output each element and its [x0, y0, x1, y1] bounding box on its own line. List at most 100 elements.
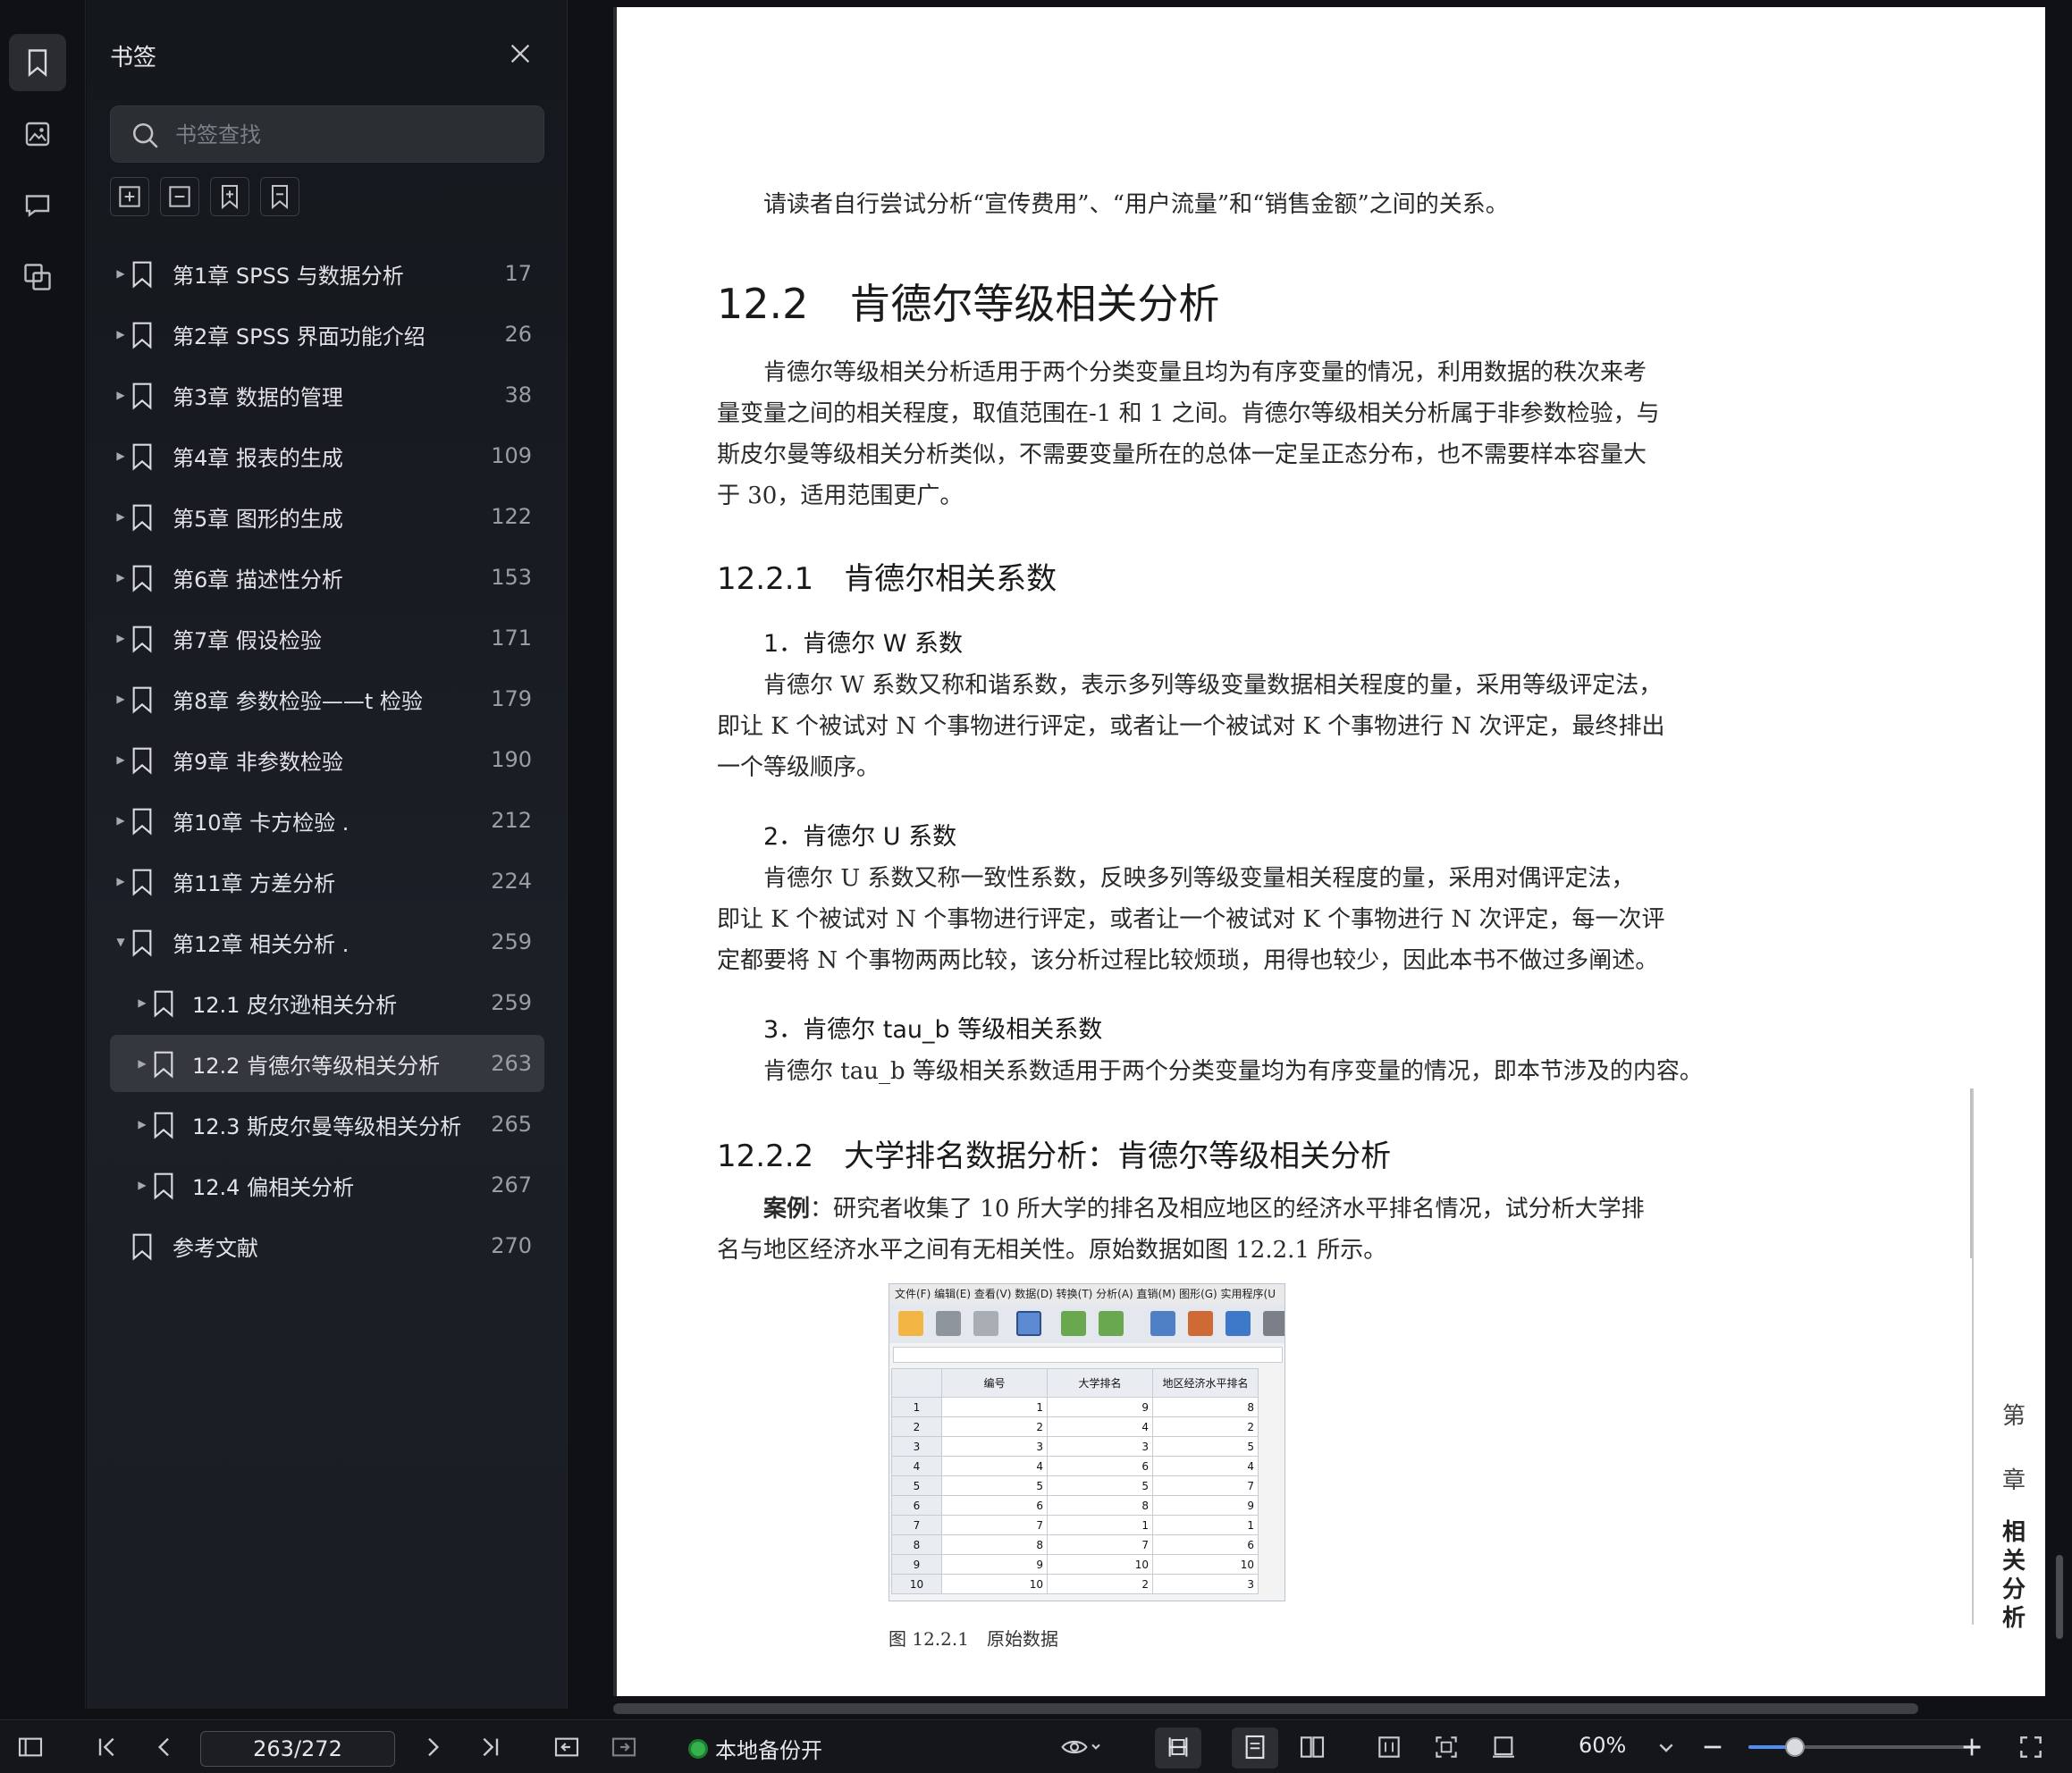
zoom-in-button[interactable] — [1958, 1733, 1986, 1761]
thumbnail-rail-button[interactable] — [9, 105, 66, 163]
caret-right-icon[interactable]: ▶ — [114, 449, 128, 463]
bookmark-item[interactable]: 参考文献 270 — [110, 1217, 544, 1274]
caret-right-icon[interactable]: ▶ — [114, 692, 128, 706]
caret-right-icon[interactable]: ▶ — [114, 752, 128, 767]
figure-table-row: 5557 — [891, 1475, 1259, 1496]
figure-cell: 7 — [941, 1515, 1048, 1535]
caret-right-icon[interactable]: ▶ — [114, 631, 128, 645]
bookmark-item[interactable]: ▶ 第1章 SPSS 与数据分析 17 — [110, 245, 544, 302]
caret-down-icon[interactable]: ▼ — [114, 935, 128, 949]
caret-right-icon[interactable]: ▶ — [135, 1178, 149, 1192]
first-page-button[interactable] — [93, 1733, 122, 1761]
forward-button[interactable] — [610, 1733, 638, 1761]
bookmark-page-number: 109 — [491, 443, 532, 468]
bookmark-item[interactable]: ▶ 第10章 卡方检验 . 212 — [110, 792, 544, 849]
figure-cell: 8 — [1152, 1397, 1259, 1417]
comment-rail-button[interactable] — [9, 177, 66, 234]
toggle-sidebar-button[interactable] — [16, 1733, 45, 1761]
caret-right-icon[interactable]: ▶ — [114, 874, 128, 888]
next-page-button[interactable] — [418, 1733, 447, 1761]
eye-icon — [1061, 1740, 1100, 1754]
para-line: 名与地区经济水平之间有无相关性。原始数据如图 12.2.1 所示。 — [717, 1237, 1387, 1264]
zoom-out-button[interactable] — [1698, 1733, 1727, 1761]
bookmark-item[interactable]: ▶ 第2章 SPSS 界面功能介绍 26 — [110, 306, 544, 363]
last-page-button[interactable] — [476, 1733, 504, 1761]
bookmark-item[interactable]: ▶ 第5章 图形的生成 122 — [110, 488, 544, 545]
zoom-dropdown[interactable] — [1652, 1733, 1680, 1761]
bookmark-item[interactable]: ▶ 12.4 偏相关分析 267 — [110, 1156, 544, 1214]
bookmark-item[interactable]: ▶ 12.2 肯德尔等级相关分析 263 — [110, 1035, 544, 1092]
caret-right-icon[interactable]: ▶ — [135, 1117, 149, 1131]
figure-row-number: 1 — [891, 1397, 942, 1417]
left-rail — [0, 0, 86, 1709]
delete-bookmark-button[interactable] — [260, 177, 299, 216]
bookmark-item[interactable]: ▶ 第9章 非参数检验 190 — [110, 731, 544, 788]
figure-cell: 1 — [1152, 1515, 1259, 1535]
plus-icon — [1963, 1738, 1981, 1756]
vertical-scrollbar[interactable] — [2056, 1555, 2063, 1639]
caret-right-icon[interactable]: ▶ — [135, 1056, 149, 1071]
bookmark-item[interactable]: ▶ 第6章 描述性分析 153 — [110, 549, 544, 606]
back-button[interactable] — [552, 1733, 581, 1761]
chapter-tab-char: 章 — [2001, 1467, 2026, 1494]
bookmark-page-number: 122 — [491, 504, 532, 529]
fit-width-button[interactable] — [1164, 1733, 1192, 1761]
zoom-slider[interactable] — [1748, 1737, 1981, 1757]
caret-right-icon[interactable]: ▶ — [114, 266, 128, 281]
add-bookmark-button[interactable] — [210, 177, 249, 216]
bookmark-item[interactable]: ▶ 12.1 皮尔逊相关分析 259 — [110, 974, 544, 1031]
fit-page-button[interactable] — [1432, 1733, 1461, 1761]
search-input[interactable] — [175, 117, 524, 153]
bookmark-item[interactable]: ▶ 第8章 参数检验——t 检验 179 — [110, 670, 544, 727]
bookmark-label: 第11章 方差分析 — [173, 870, 336, 896]
eye-mode-dropdown[interactable] — [1060, 1733, 1110, 1761]
bookmark-icon — [132, 443, 152, 471]
bookmark-item[interactable]: ▶ 12.3 斯皮尔曼等级相关分析 265 — [110, 1096, 544, 1153]
bookmark-item[interactable]: ▶ 第11章 方差分析 224 — [110, 853, 544, 910]
horizontal-scrollbar[interactable] — [613, 1703, 1918, 1714]
bookmark-item[interactable]: ▶ 第4章 报表的生成 109 — [110, 427, 544, 484]
bookmark-item[interactable]: ▶ 第7章 假设检验 171 — [110, 609, 544, 667]
caret-right-icon[interactable]: ▶ — [114, 388, 128, 402]
bookmark-label: 第2章 SPSS 界面功能介绍 — [173, 324, 425, 349]
figure-cell: 6 — [941, 1495, 1048, 1516]
two-page-icon — [1300, 1736, 1325, 1758]
chevron-down-icon — [1659, 1744, 1673, 1752]
close-icon[interactable] — [508, 41, 533, 66]
fit-width-icon — [1168, 1737, 1188, 1757]
para-line: 案例：研究者收集了 10 所大学的排名及相应地区的经济水平排名情况，试分析大学排 — [717, 1189, 1645, 1230]
variables-icon — [1226, 1311, 1251, 1336]
expand-all-icon — [119, 186, 140, 207]
zoom-level[interactable]: 60% — [1579, 1733, 1626, 1758]
fullscreen-button[interactable] — [2017, 1733, 2045, 1761]
caret-right-icon[interactable]: ▶ — [114, 327, 128, 341]
document-viewport[interactable]: 请读者自行尝试分析“宣传费用”、“用户流量”和“销售金额”之间的关系。 12.2… — [569, 0, 2072, 1714]
figure-cell: 1 — [941, 1397, 1048, 1417]
first-page-icon — [98, 1737, 114, 1757]
bookmark-label: 12.4 偏相关分析 — [192, 1174, 355, 1200]
book-mode-button[interactable] — [1375, 1733, 1403, 1761]
expand-all-button[interactable] — [110, 177, 149, 216]
local-backup-toggle[interactable]: 本地备份开 — [688, 1733, 822, 1764]
collapse-all-button[interactable] — [160, 177, 199, 216]
caret-right-icon[interactable]: ▶ — [135, 996, 149, 1010]
bookmark-item[interactable]: ▼ 第12章 相关分析 . 259 — [110, 913, 544, 971]
bookmark-icon — [132, 322, 152, 349]
caret-right-icon[interactable]: ▶ — [114, 570, 128, 584]
bookmark-page-number: 179 — [491, 686, 532, 711]
rotate-icon — [1493, 1736, 1514, 1758]
bookmark-rail-button[interactable] — [9, 34, 66, 91]
status-bar: 263/272 本地备份开 60% — [0, 1719, 2072, 1773]
prev-page-button[interactable] — [150, 1733, 179, 1761]
caret-right-icon[interactable]: ▶ — [114, 509, 128, 524]
rotate-button[interactable] — [1489, 1733, 1518, 1761]
single-page-button[interactable] — [1241, 1733, 1269, 1761]
caret-right-icon[interactable]: ▶ — [114, 813, 128, 828]
two-page-button[interactable] — [1298, 1733, 1327, 1761]
fit-page-icon — [1436, 1736, 1457, 1758]
attachment-rail-button[interactable] — [9, 248, 66, 306]
page-number-input[interactable]: 263/272 — [200, 1731, 395, 1767]
zoom-slider-handle[interactable] — [1785, 1737, 1805, 1757]
bookmark-item[interactable]: ▶ 第3章 数据的管理 38 — [110, 366, 544, 424]
figure-table-row: 3335 — [891, 1436, 1259, 1457]
